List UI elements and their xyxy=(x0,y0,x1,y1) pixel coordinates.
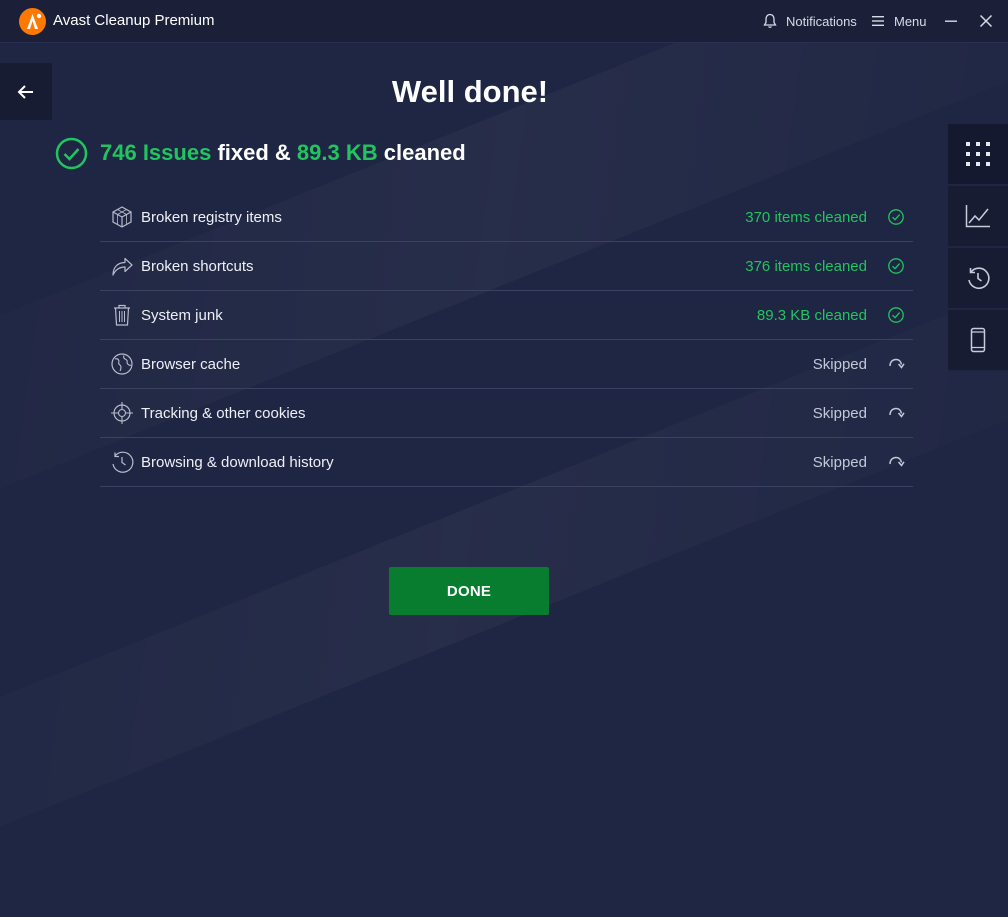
result-row-browsing-history: Browsing & download history Skipped xyxy=(100,438,913,487)
result-row-system-junk: System junk 89.3 KB cleaned xyxy=(100,291,913,340)
crosshair-icon xyxy=(110,401,134,425)
result-row-browser-cache: Browser cache Skipped xyxy=(100,340,913,389)
result-status: Skipped xyxy=(812,453,867,471)
skip-arrow-icon xyxy=(889,358,905,369)
notifications-label: Notifications xyxy=(786,13,857,29)
app-title: Avast Cleanup Premium xyxy=(53,12,215,29)
avast-logo-icon xyxy=(19,8,46,35)
page-title: Well done! xyxy=(391,74,549,109)
shortcut-arrow-icon xyxy=(110,254,134,278)
bell-icon xyxy=(763,13,777,28)
grid-icon xyxy=(966,142,990,166)
right-rail xyxy=(948,124,1008,372)
history-icon xyxy=(968,267,990,289)
result-label: Broken registry items xyxy=(141,208,282,226)
cleaned-size: 89.3 KB xyxy=(296,140,378,165)
result-label: Browser cache xyxy=(141,355,241,373)
menu-label: Menu xyxy=(894,13,927,29)
skip-arrow-icon xyxy=(889,407,905,418)
result-status: 89.3 KB cleaned xyxy=(756,306,867,324)
result-row-tracking-cookies: Tracking & other cookies Skipped xyxy=(100,389,913,438)
minimize-button[interactable] xyxy=(934,0,968,42)
issues-fixed-count: 746 Issues xyxy=(100,140,212,165)
menu-button[interactable]: Menu xyxy=(872,0,927,42)
result-status: 370 items cleaned xyxy=(745,208,867,226)
rail-performance-button[interactable] xyxy=(948,186,1008,248)
check-circle-icon xyxy=(888,307,904,323)
results-list: Broken registry items 370 items cleaned … xyxy=(100,193,913,487)
globe-icon xyxy=(110,352,134,376)
minimize-icon xyxy=(945,20,957,22)
result-row-registry: Broken registry items 370 items cleaned xyxy=(100,193,913,242)
rail-mobile-button[interactable] xyxy=(948,310,1008,372)
results-summary: 746 Issues fixed & 89.3 KB cleaned xyxy=(55,137,466,169)
trash-icon xyxy=(110,303,134,327)
result-label: Broken shortcuts xyxy=(141,257,254,275)
registry-cube-icon xyxy=(110,205,134,229)
chart-icon xyxy=(965,205,990,228)
check-circle-icon xyxy=(888,258,904,274)
history-icon xyxy=(110,450,134,474)
result-label: Browsing & download history xyxy=(141,453,334,471)
close-button[interactable] xyxy=(969,0,1003,42)
close-icon xyxy=(979,14,993,28)
check-circle-icon xyxy=(888,209,904,225)
result-status: Skipped xyxy=(812,404,867,422)
hamburger-icon xyxy=(872,16,884,26)
notifications-button[interactable]: Notifications xyxy=(763,0,857,42)
rail-dashboard-button[interactable] xyxy=(948,124,1008,186)
result-label: System junk xyxy=(141,306,223,324)
result-row-shortcuts: Broken shortcuts 376 items cleaned xyxy=(100,242,913,291)
result-status: 376 items cleaned xyxy=(745,257,867,275)
skip-arrow-icon xyxy=(889,456,905,467)
cleaned-text: cleaned xyxy=(383,140,466,165)
result-label: Tracking & other cookies xyxy=(141,404,306,422)
fixed-text: fixed & xyxy=(217,140,291,165)
rail-history-button[interactable] xyxy=(948,248,1008,310)
done-button[interactable]: DONE xyxy=(389,567,549,615)
mobile-icon xyxy=(970,327,986,353)
check-circle-icon xyxy=(55,137,88,169)
result-status: Skipped xyxy=(812,355,867,373)
title-bar: Avast Cleanup Premium Notifications Menu xyxy=(0,0,1008,43)
